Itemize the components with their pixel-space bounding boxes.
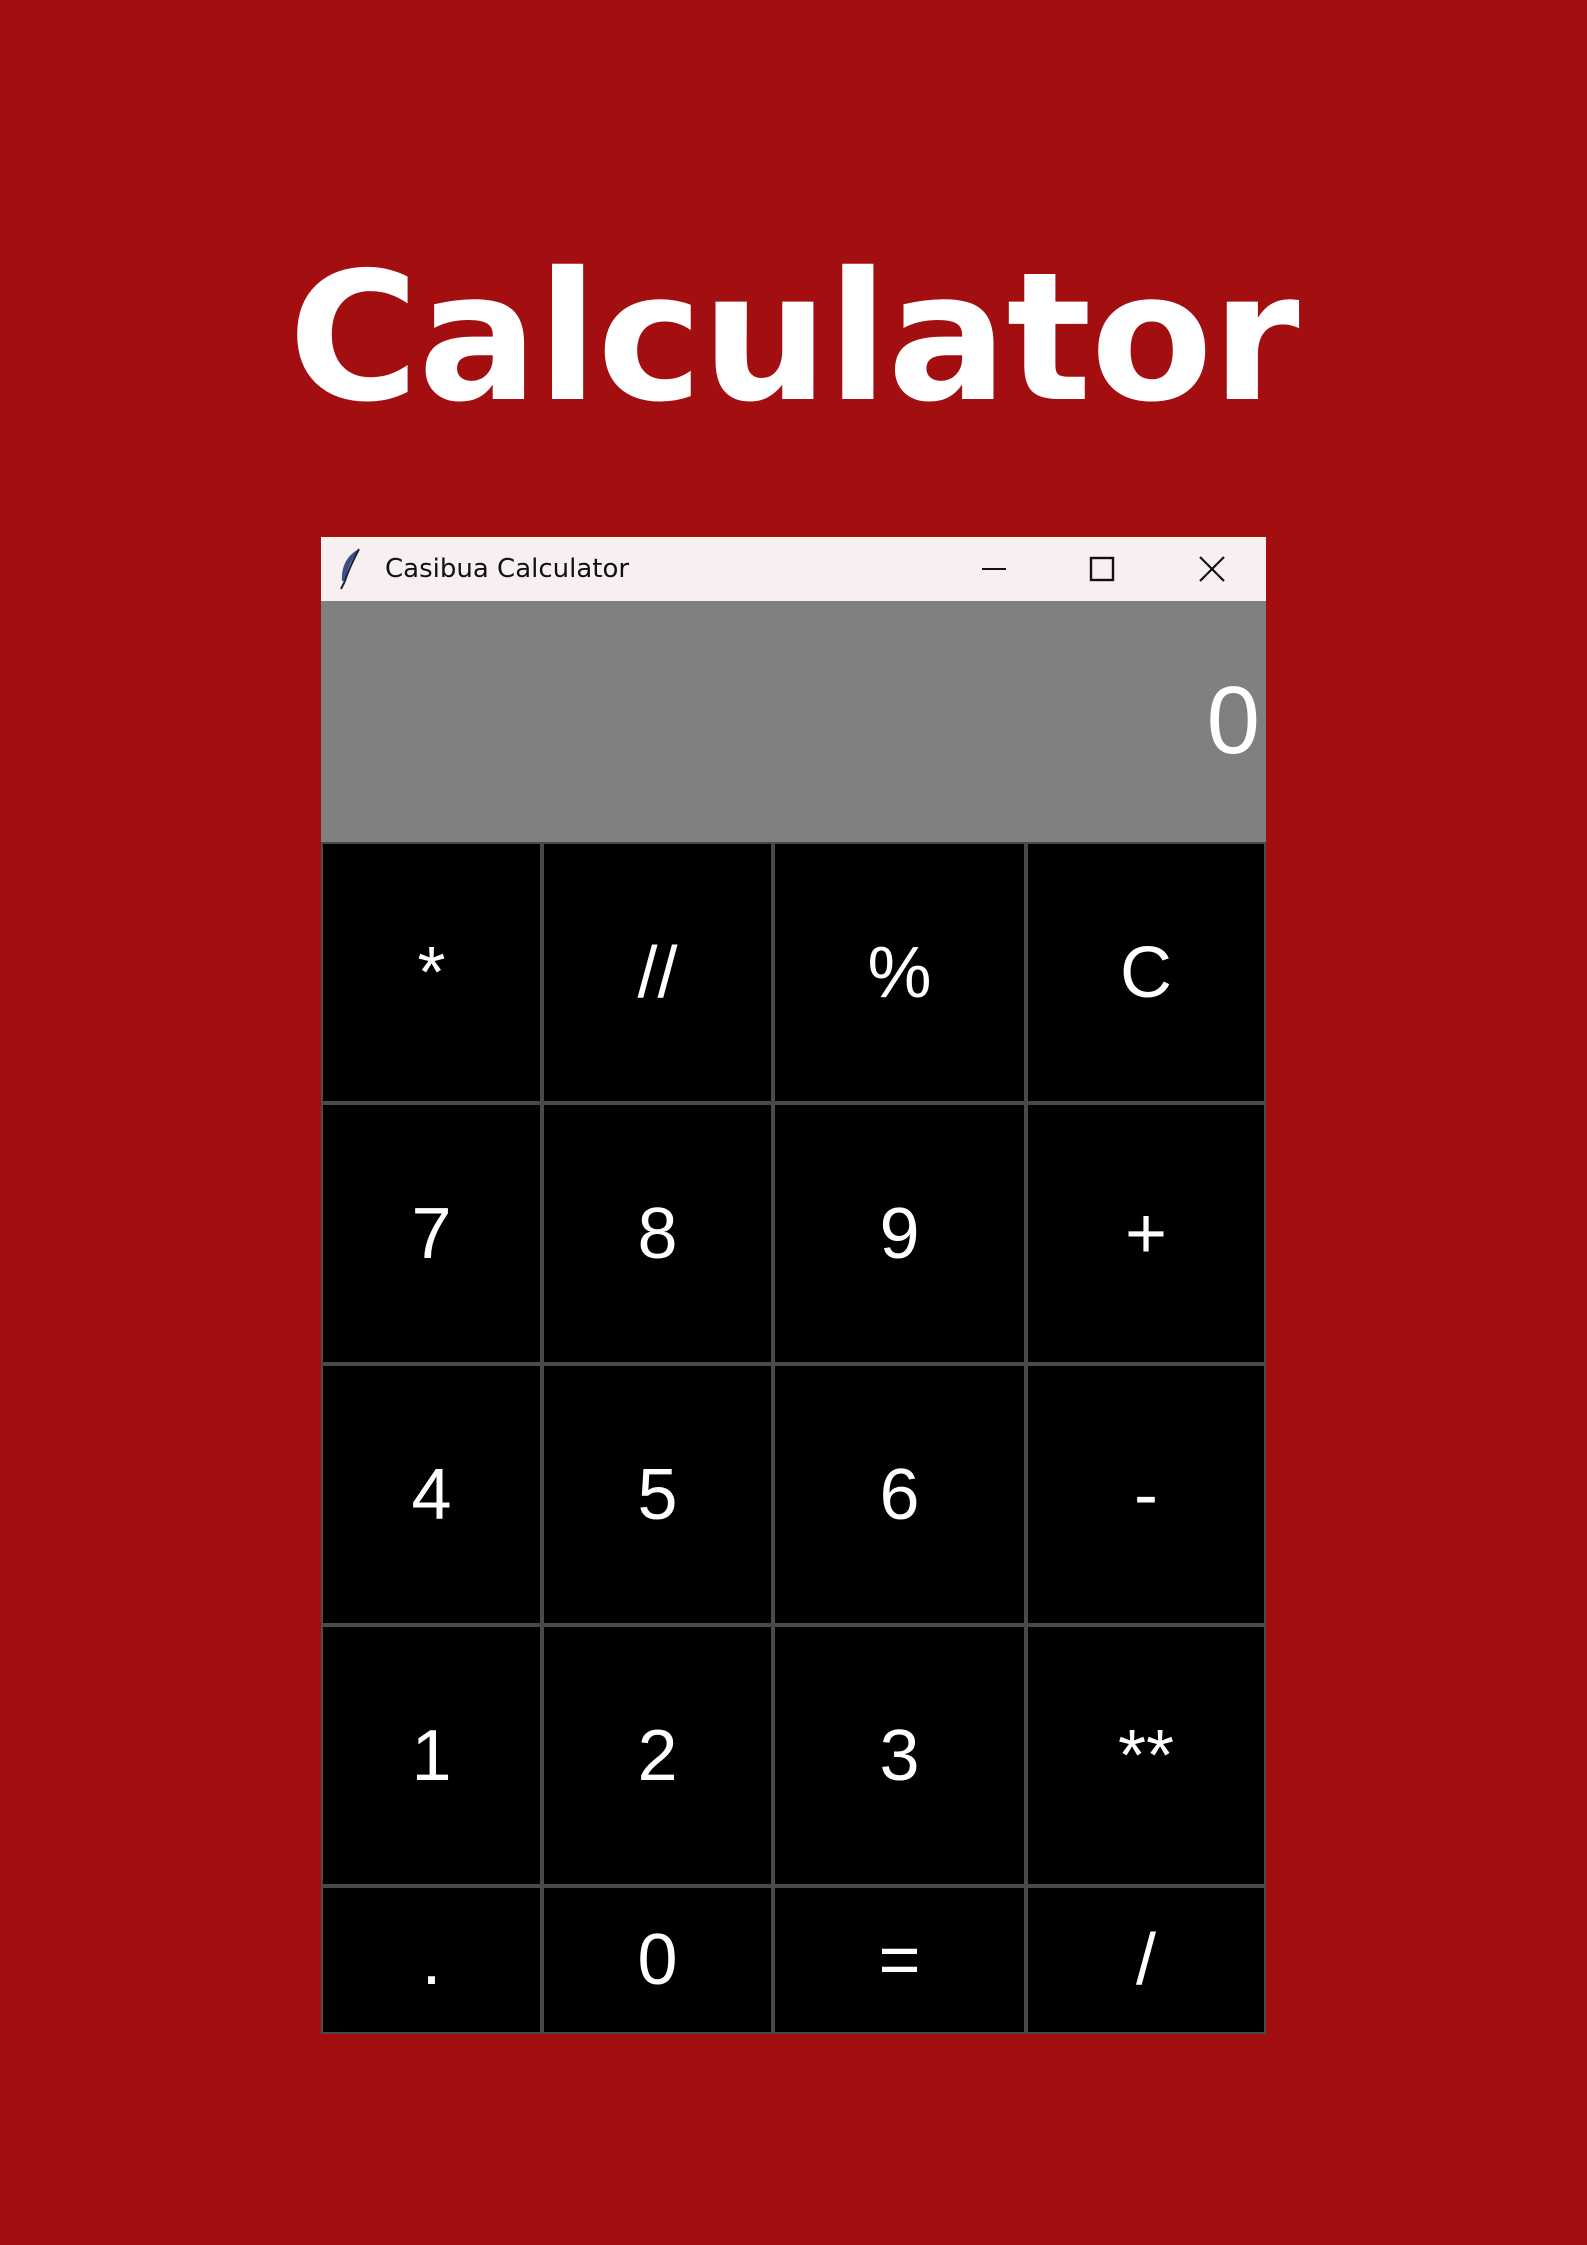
- poster-title: Calculator: [288, 234, 1299, 441]
- digit-2-button[interactable]: 2: [542, 1625, 773, 1886]
- modulo-button[interactable]: %: [773, 842, 1026, 1103]
- feather-icon: [337, 547, 363, 591]
- power-button[interactable]: **: [1026, 1625, 1266, 1886]
- minimize-button[interactable]: [940, 537, 1048, 601]
- add-button[interactable]: +: [1026, 1103, 1266, 1364]
- digit-0-button[interactable]: 0: [542, 1886, 773, 2034]
- result-display: 0: [321, 601, 1266, 842]
- floor-divide-button[interactable]: //: [542, 842, 773, 1103]
- digit-9-button[interactable]: 9: [773, 1103, 1026, 1364]
- multiply-button[interactable]: *: [321, 842, 542, 1103]
- equals-button[interactable]: =: [773, 1886, 1026, 2034]
- divide-button[interactable]: /: [1026, 1886, 1266, 2034]
- keypad: * // % C 7 8 9 + 4 5 6 - 1 2 3 ** . 0 = …: [321, 842, 1266, 2034]
- digit-4-button[interactable]: 4: [321, 1364, 542, 1625]
- digit-6-button[interactable]: 6: [773, 1364, 1026, 1625]
- digit-7-button[interactable]: 7: [321, 1103, 542, 1364]
- subtract-button[interactable]: -: [1026, 1364, 1266, 1625]
- display-value: 0: [1206, 667, 1260, 774]
- calculator-window: Casibua Calculator 0 * // % C 7 8 9 + 4 …: [321, 537, 1266, 2034]
- close-icon: [1199, 556, 1225, 582]
- maximize-button[interactable]: [1048, 537, 1156, 601]
- digit-1-button[interactable]: 1: [321, 1625, 542, 1886]
- digit-3-button[interactable]: 3: [773, 1625, 1026, 1886]
- window-title: Casibua Calculator: [385, 554, 630, 584]
- clear-button[interactable]: C: [1026, 842, 1266, 1103]
- title-bar[interactable]: Casibua Calculator: [321, 537, 1266, 601]
- digit-8-button[interactable]: 8: [542, 1103, 773, 1364]
- maximize-icon: [1089, 556, 1115, 582]
- decimal-button[interactable]: .: [321, 1886, 542, 2034]
- digit-5-button[interactable]: 5: [542, 1364, 773, 1625]
- minimize-icon: [982, 568, 1006, 570]
- close-button[interactable]: [1158, 537, 1266, 601]
